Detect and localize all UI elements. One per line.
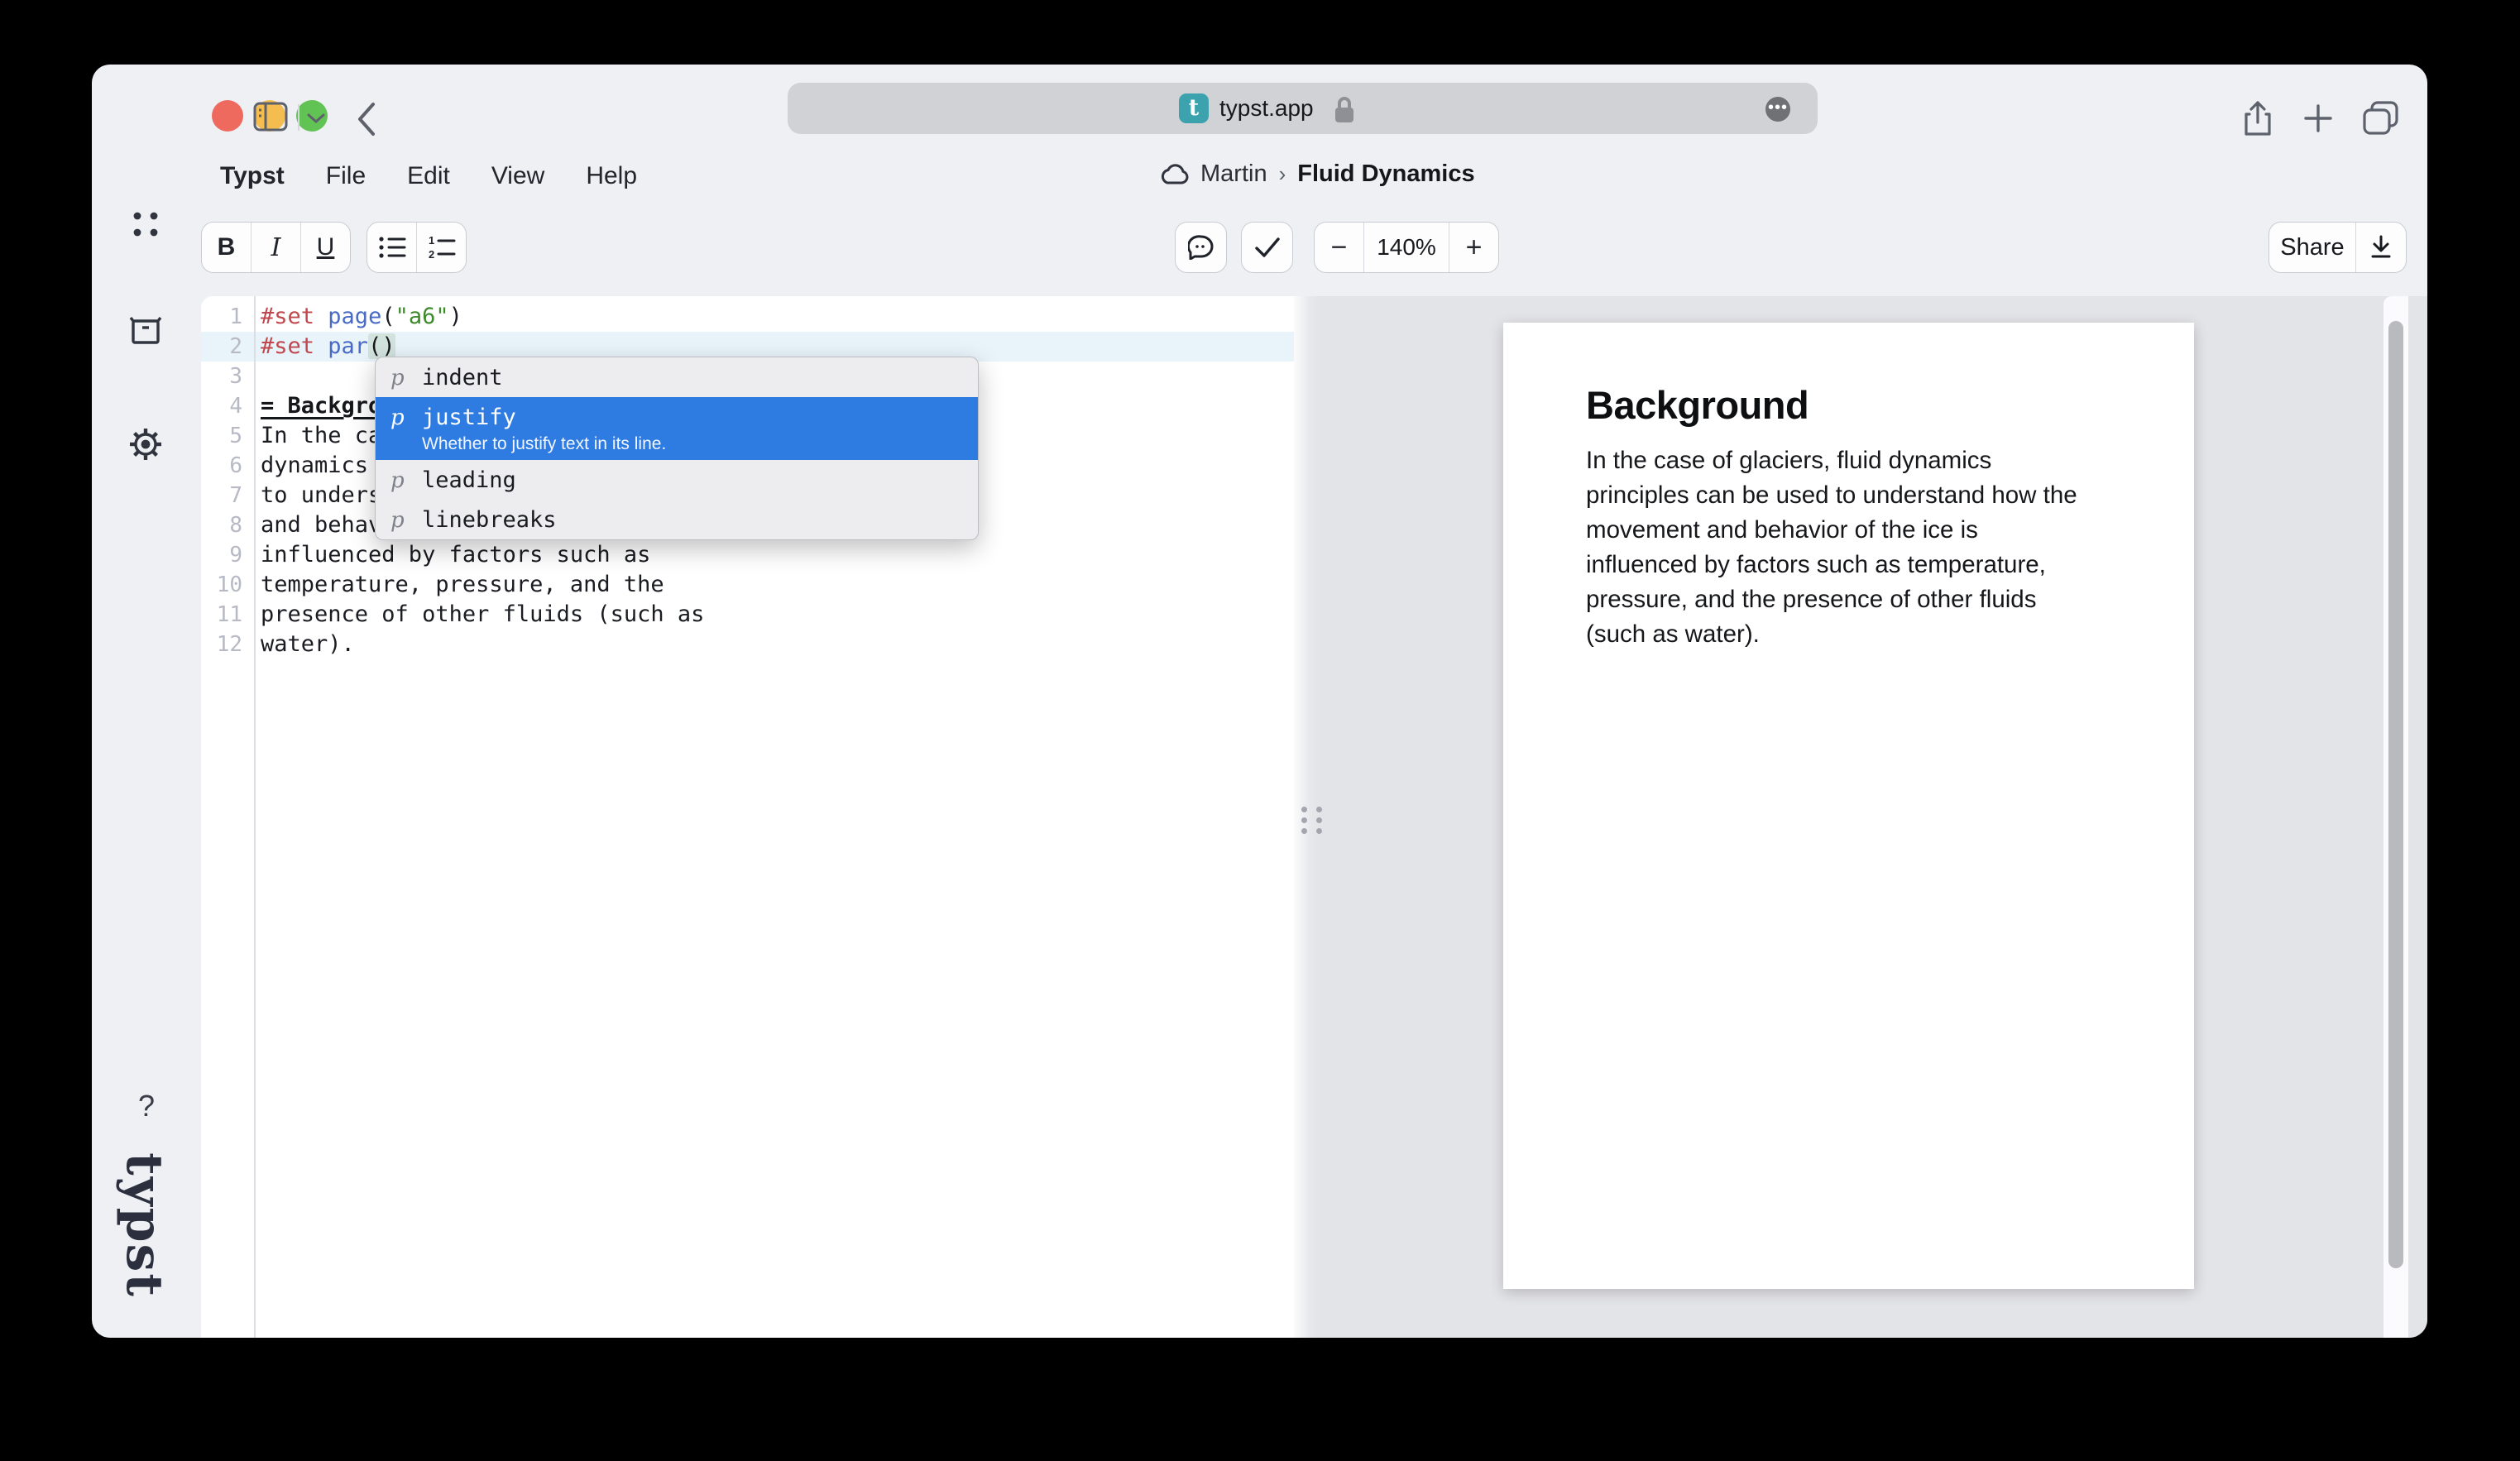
line-number: 6 [201,451,242,481]
url-text: typst.app [1219,95,1314,122]
zoom-level-value[interactable]: 140% [1363,223,1449,272]
line-number: 5 [201,421,242,451]
line-number: 12 [201,630,242,659]
line-number: 1 [201,302,242,332]
code-text: temperature, pressure, and the [261,570,664,600]
breadcrumb-separator: › [1279,161,1286,187]
line-number: 7 [201,481,242,510]
comment-icon [1188,235,1214,260]
chevron-down-icon[interactable] [306,113,326,124]
preview-scrollbar-track[interactable] [2383,296,2408,1338]
svg-text:1: 1 [429,235,434,247]
typst-favicon: t [1179,93,1209,123]
parameter-type-badge: p [390,506,422,534]
autocomplete-label: leading [422,467,516,495]
autocomplete-item-linebreaks[interactable]: plinebreaks [376,500,978,539]
numbered-list-icon: 1 2 [428,235,456,260]
line-number: 4 [201,391,242,421]
parameter-type-badge: p [390,364,422,392]
template-box-icon[interactable] [128,314,163,347]
zoom-in-button[interactable]: + [1449,223,1498,272]
bold-button[interactable]: B [202,223,251,272]
list-button-group: 1 2 [367,222,467,273]
tab-overview-icon[interactable] [2362,101,2400,136]
code-text: influenced by factors such as [261,540,650,570]
autocomplete-popup: pindentpjustifyWhether to justify text i… [375,357,979,540]
checkmark-icon [1254,237,1281,258]
code-line[interactable]: 11 presence of other fluids (such as [201,600,1294,630]
sidebar-toggle-icon[interactable] [253,102,288,132]
line-number: 2 [201,332,242,362]
autocomplete-label: justify [422,404,666,432]
help-button[interactable]: ? [130,1089,163,1123]
browser-window: t typst.app ••• Typst File Edit View Help [92,65,2427,1338]
traffic-light-close-button[interactable] [212,100,243,132]
line-number: 11 [201,600,242,630]
split-drag-handle[interactable] [1301,807,1322,834]
app-grid-icon[interactable] [132,210,160,238]
zoom-out-button[interactable]: − [1315,223,1363,272]
numbered-list-button[interactable]: 1 2 [416,223,466,272]
share-button[interactable]: Share [2269,223,2355,272]
autocomplete-item-leading[interactable]: pleading [376,460,978,500]
autocomplete-item-indent[interactable]: pindent [376,357,978,397]
typst-logo: typst [115,1152,173,1298]
bullet-list-button[interactable] [367,223,416,272]
zoom-control-group: − 140% + [1314,222,1499,273]
breadcrumb-workspace[interactable]: Martin [1200,160,1267,188]
parameter-type-badge: p [390,467,422,495]
line-number: 3 [201,362,242,391]
line-number: 9 [201,540,242,570]
menu-item-typst[interactable]: Typst [220,162,285,190]
svg-text:2: 2 [429,248,434,260]
download-button[interactable] [2355,223,2406,272]
preview-scrollbar-thumb[interactable] [2388,321,2403,1268]
breadcrumb-document-title[interactable]: Fluid Dynamics [1297,160,1474,188]
autocomplete-item-justify[interactable]: pjustifyWhether to justify text in its l… [376,397,978,460]
preview-page: Background In the case of glaciers, flui… [1503,323,2194,1289]
back-icon[interactable] [355,101,378,137]
page-settings-button[interactable]: ••• [1765,97,1790,122]
line-number: 8 [201,510,242,540]
lock-icon [1334,96,1355,124]
parameter-type-badge: p [390,404,422,432]
autocomplete-description: Whether to justify text in its line. [422,434,666,455]
italic-button[interactable]: I [251,223,300,272]
format-button-group: B I U [201,222,351,273]
code-text: #set page("a6") [261,302,462,332]
line-number: 10 [201,570,242,600]
share-button-group: Share [2268,222,2407,273]
comment-button[interactable] [1175,222,1227,273]
spellcheck-button[interactable] [1241,222,1293,273]
app-menu-bar: Typst File Edit View Help [220,162,637,190]
chrome-divider [298,104,299,131]
underline-button[interactable]: U [300,223,350,272]
menu-item-view[interactable]: View [491,162,544,190]
menu-item-file[interactable]: File [326,162,366,190]
breadcrumb[interactable]: Martin › Fluid Dynamics [1159,160,1475,188]
code-text: presence of other fluids (such as [261,600,704,630]
code-text: water). [261,630,355,659]
cloud-icon [1159,164,1189,185]
preview-paragraph: In the case of glaciers, fluid dynamics … [1586,443,2149,652]
menu-item-help[interactable]: Help [586,162,637,190]
menu-item-edit[interactable]: Edit [407,162,450,190]
share-page-icon[interactable] [2243,101,2273,137]
autocomplete-label: indent [422,364,503,392]
bullet-list-icon [378,235,406,260]
preview-pane: Background In the case of glaciers, flui… [1324,296,2427,1338]
settings-gear-icon[interactable] [128,427,163,462]
download-icon [2370,235,2392,260]
preview-heading: Background [1586,382,1809,428]
autocomplete-label: linebreaks [422,506,557,534]
code-line[interactable]: 1 #set page("a6") [201,302,1294,332]
code-line[interactable]: 10 temperature, pressure, and the [201,570,1294,600]
url-bar[interactable]: t typst.app ••• [788,83,1818,134]
code-line[interactable]: 9 influenced by factors such as [201,540,1294,570]
new-tab-icon[interactable] [2302,103,2334,134]
code-line[interactable]: 12 water). [201,630,1294,659]
